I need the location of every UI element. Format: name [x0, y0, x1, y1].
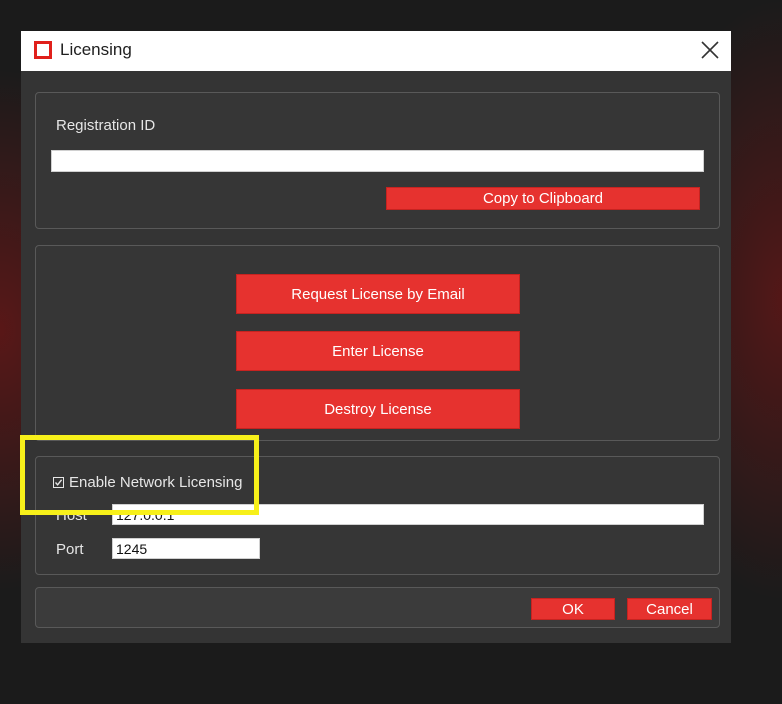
destroy-license-label: Destroy License — [324, 400, 432, 418]
licensing-dialog: Licensing Registration ID Copy to Clipbo… — [21, 31, 731, 643]
port-field[interactable] — [112, 538, 260, 559]
request-license-email-button[interactable]: Request License by Email — [236, 274, 520, 314]
registration-group: Registration ID Copy to Clipboard — [35, 92, 720, 229]
dialog-footer: OK Cancel — [35, 587, 720, 628]
close-button[interactable] — [697, 37, 723, 63]
port-label: Port — [56, 541, 84, 558]
checkmark-icon — [54, 479, 63, 486]
title-bar: Licensing — [21, 31, 731, 71]
copy-to-clipboard-button[interactable]: Copy to Clipboard — [386, 187, 700, 210]
destroy-license-button[interactable]: Destroy License — [236, 389, 520, 429]
ok-label: OK — [562, 600, 584, 618]
enter-license-button[interactable]: Enter License — [236, 331, 520, 371]
registration-id-field[interactable] — [51, 150, 704, 172]
enable-network-licensing-toggle[interactable]: Enable Network Licensing — [36, 457, 296, 497]
host-field[interactable] — [112, 504, 704, 525]
enter-license-label: Enter License — [332, 342, 424, 360]
cancel-button[interactable]: Cancel — [627, 598, 712, 620]
enable-network-licensing-checkbox[interactable] — [53, 477, 64, 488]
license-actions-group: Request License by Email Enter License D… — [35, 245, 720, 441]
ok-button[interactable]: OK — [531, 598, 615, 620]
copy-to-clipboard-label: Copy to Clipboard — [482, 190, 604, 207]
enable-network-licensing-label: Enable Network Licensing — [69, 474, 243, 491]
close-icon — [701, 41, 719, 59]
cancel-label: Cancel — [646, 600, 693, 618]
network-licensing-group: Enable Network Licensing Host Port — [35, 456, 720, 575]
dialog-title: Licensing — [60, 40, 132, 59]
host-label: Host — [56, 507, 87, 524]
request-license-email-label: Request License by Email — [291, 285, 465, 303]
app-logo-icon — [34, 41, 52, 59]
registration-id-label: Registration ID — [56, 117, 156, 134]
